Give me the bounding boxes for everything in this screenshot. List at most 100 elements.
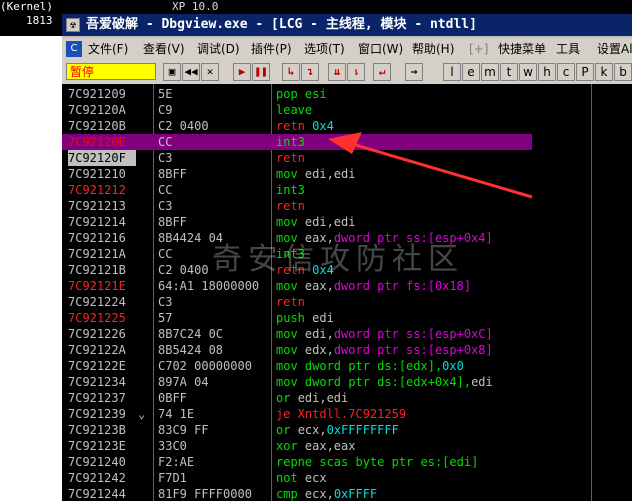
instruction-part: retn — [276, 295, 305, 309]
toolbar-button-p[interactable]: P — [576, 63, 594, 81]
instruction-part: or — [276, 391, 298, 405]
trace-over-icon[interactable]: ⇂ — [347, 63, 365, 81]
app-icon[interactable]: ☢ — [66, 18, 80, 32]
goto-icon[interactable]: → — [405, 63, 423, 81]
disasm-instruction: mov edi,edi — [276, 214, 355, 230]
instruction-part: mov — [276, 343, 305, 357]
disasm-row[interactable]: 7C92121E 64:A1 18000000 mov eax,dword ptr … — [62, 278, 632, 294]
disasm-address: 7C921242 — [68, 471, 126, 485]
instruction-part: mov — [276, 279, 305, 293]
toolbar-button-e[interactable]: e — [462, 63, 480, 81]
instruction-part: leave — [276, 103, 313, 117]
execute-till-return-icon[interactable]: ↵ — [373, 63, 391, 81]
disasm-row[interactable]: 7C921244 81F9 FFFF0000 cmp ecx,0xFFFF — [62, 486, 632, 501]
disasm-row[interactable]: 7C92122E C702 00000000 mov dword ptr ds:[e… — [62, 358, 632, 374]
run-icon[interactable]: ▶ — [233, 63, 251, 81]
menu-view[interactable]: 查看(V) — [143, 38, 185, 60]
system-menu-icon[interactable]: C — [66, 41, 82, 57]
disasm-instruction: retn — [276, 294, 305, 310]
disasm-address: 7C921210 — [68, 167, 126, 181]
instruction-part: push — [276, 311, 313, 325]
disasm-row[interactable]: 7C92120A C9 leave — [62, 102, 632, 118]
disasm-address: 7C92120A — [68, 103, 126, 117]
disasm-row-selected[interactable]: 7C92120E CC int3 — [62, 134, 532, 150]
instruction-part: not — [276, 471, 305, 485]
menu-plus[interactable]: [+] — [469, 38, 488, 60]
menu-debug[interactable]: 调试(D) — [197, 38, 240, 60]
instruction-part: or — [276, 423, 298, 437]
disasm-hex: 83C9 FF — [158, 423, 209, 437]
background-top-text: XP 10.0 — [172, 0, 219, 13]
pause-icon[interactable]: ❚❚ — [252, 63, 270, 81]
instruction-part: edi — [312, 311, 334, 325]
menu-settings[interactable]: 设置Al — [597, 38, 632, 60]
disasm-row[interactable]: 7C921240 F2:AE repne scas byte ptr es:[edi… — [62, 454, 632, 470]
toolbar-button-c[interactable]: c — [557, 63, 575, 81]
disasm-hex: CC — [158, 183, 173, 197]
disasm-row[interactable]: 7C921224 C3 retn — [62, 294, 632, 310]
menu-help[interactable]: 帮助(H) — [412, 38, 454, 60]
toolbar-button-k[interactable]: k — [595, 63, 613, 81]
menu-options[interactable]: 选项(T) — [304, 38, 345, 60]
menu-tools[interactable]: 工具 — [556, 38, 580, 60]
toolbar-button-m[interactable]: m — [481, 63, 499, 81]
disasm-row[interactable]: 7C921209 5E pop esi — [62, 86, 632, 102]
disasm-address: 7C92120F — [68, 150, 136, 166]
disasm-instruction: int3 — [276, 134, 305, 150]
disasm-row[interactable]: 7C921226 8B7C24 0C mov edi,dword ptr ss:[e… — [62, 326, 632, 342]
disasm-instruction: or ecx,0xFFFFFFFF — [276, 422, 399, 438]
disasm-row[interactable]: 7C921213 C3 retn — [62, 198, 632, 214]
disasm-row[interactable]: 7C921234 897A 04 mov dword ptr ds:[edx+0x4… — [62, 374, 632, 390]
disasm-row[interactable]: 7C921237 0BFF or edi,edi — [62, 390, 632, 406]
disasm-row[interactable]: 7C921242 F7D1 not ecx — [62, 470, 632, 486]
debugger-window: ☢ 吾爱破解 - Dbgview.exe - [LCG - 主线程, 模块 - … — [62, 14, 632, 501]
disasm-instruction: leave — [276, 102, 312, 118]
step-over-icon[interactable]: ↴ — [301, 63, 319, 81]
title-bar[interactable]: ☢ 吾爱破解 - Dbgview.exe - [LCG - 主线程, 模块 - … — [62, 14, 632, 36]
disasm-address: 7C921226 — [68, 327, 126, 341]
open-icon[interactable]: ▣ — [163, 63, 181, 81]
disasm-row[interactable]: 7C921212 CC int3 — [62, 182, 632, 198]
disasm-row[interactable]: 7C921214 8BFF mov edi,edi — [62, 214, 632, 230]
disasm-row[interactable]: 7C92122A 8B5424 08 mov edx,dword ptr ss:[e… — [62, 342, 632, 358]
instruction-part: edi,edi — [304, 167, 356, 181]
instruction-part: 0x4 — [312, 119, 334, 133]
toolbar-button-h[interactable]: h — [538, 63, 556, 81]
toolbar-button-t[interactable]: t — [500, 63, 518, 81]
disassembly-pane[interactable]: 7C921209 5E pop esi 7C92120A C9 leave 7C92120B… — [62, 84, 632, 501]
disasm-address: 7C921209 — [68, 87, 126, 101]
disasm-row[interactable]: 7C92123B 83C9 FF or ecx,0xFFFFFFFF — [62, 422, 632, 438]
disasm-hex: F7D1 — [158, 471, 187, 485]
disasm-row[interactable]: 7C921239 ⌄ 74 1E je Xntdll.7C921259 — [62, 406, 632, 422]
disasm-hex: 897A 04 — [158, 375, 209, 389]
instruction-part: mov dword ptr ds:[edx+0x4], — [276, 375, 472, 389]
toolbar-button-w[interactable]: w — [519, 63, 537, 81]
disasm-instruction: mov edi,dword ptr ss:[esp+0xC] — [276, 326, 493, 342]
menu-window[interactable]: 窗口(W) — [358, 38, 403, 60]
close-icon[interactable]: ✕ — [201, 63, 219, 81]
disasm-row[interactable]: 7C92123E 33C0 xor eax,eax — [62, 438, 632, 454]
disasm-row[interactable]: 7C92120B C2 0400 retn 0x4 — [62, 118, 632, 134]
menu-shortcut[interactable]: 快捷菜单 — [498, 38, 546, 60]
toolbar-button-b[interactable]: b — [614, 63, 632, 81]
menu-file[interactable]: 文件(F) — [88, 38, 128, 60]
disasm-row[interactable]: 7C92120F C3 retn — [62, 150, 632, 166]
step-into-icon[interactable]: ↳ — [282, 63, 300, 81]
instruction-part: edi — [471, 375, 493, 389]
disasm-hex: C2 0400 — [158, 263, 209, 277]
disasm-row[interactable]: 7C921225 57 push edi — [62, 310, 632, 326]
menu-plugins[interactable]: 插件(P) — [251, 38, 292, 60]
disasm-hex: 74 1E — [158, 407, 195, 421]
trace-into-icon[interactable]: ⇊ — [328, 63, 346, 81]
disasm-hex: 64:A1 18000000 — [158, 279, 260, 293]
instruction-part: repne scas byte ptr es:[edi] — [276, 455, 479, 469]
disasm-row[interactable]: 7C921210 8BFF mov edi,edi — [62, 166, 632, 182]
disasm-instruction: xor eax,eax — [276, 438, 355, 454]
instruction-part: dword ptr ss:[esp+0xC] — [333, 327, 493, 341]
disasm-instruction: retn — [276, 198, 305, 214]
disasm-hex: 5E — [158, 87, 173, 101]
instruction-part: eax, — [304, 279, 334, 293]
disasm-hex: CC — [158, 247, 173, 261]
rewind-icon[interactable]: ◀◀ — [182, 63, 200, 81]
toolbar-button-l[interactable]: l — [443, 63, 461, 81]
